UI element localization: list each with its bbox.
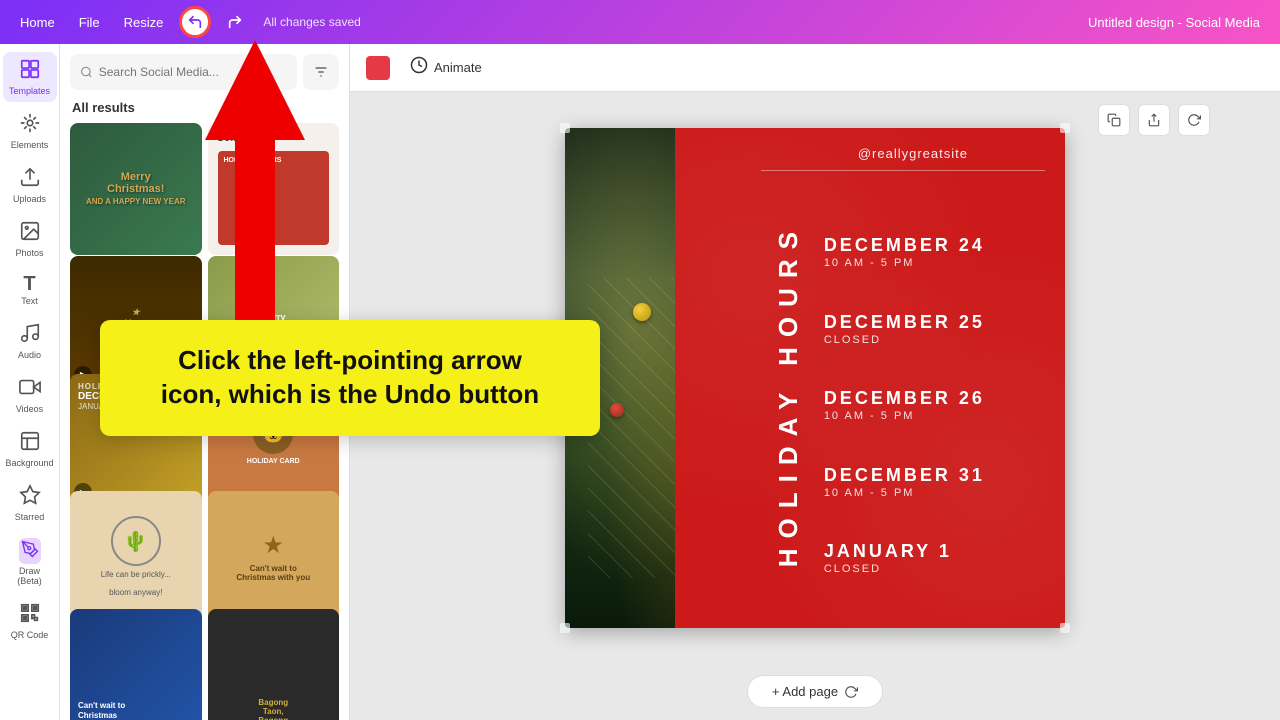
- schedule-date-4: JANUARY 1: [824, 541, 952, 562]
- ornament: [633, 303, 651, 321]
- schedule-date-0: DECEMBER 24: [824, 235, 985, 256]
- text-label: Text: [21, 296, 38, 306]
- draw-icon: [19, 538, 41, 564]
- qrcode-icon: [19, 602, 41, 628]
- header-bar: Home File Resize All changes saved Untit…: [0, 0, 1280, 44]
- schedule-time-4: CLOSED: [824, 563, 881, 575]
- sidebar-item-qrcode[interactable]: QR Code: [3, 596, 57, 646]
- sidebar-item-starred[interactable]: Starred: [3, 478, 57, 528]
- refresh-small-icon: [844, 685, 858, 699]
- undo-button[interactable]: [179, 6, 211, 38]
- tooltip-overlay: Click the left-pointing arrowicon, which…: [100, 320, 600, 436]
- templates-label: Templates: [9, 86, 50, 96]
- template-item[interactable]: Schedule HOLIDAY HOURS: [208, 123, 340, 255]
- template-item[interactable]: BagongTaon,Bagong 2023 Goals: [208, 609, 340, 720]
- starred-icon: [19, 484, 41, 510]
- sidebar-item-uploads[interactable]: Uploads: [3, 160, 57, 210]
- card-red-bg: @reallygreatsite HOLIDAY HOURS DECEMBER …: [675, 128, 1065, 628]
- card-username: @reallygreatsite: [761, 146, 1065, 161]
- search-icon: [80, 65, 93, 79]
- starred-label: Starred: [15, 512, 45, 522]
- template-item[interactable]: Can't wait toChristmaswith you: [70, 609, 202, 720]
- sidebar-item-text[interactable]: T Text: [3, 268, 57, 312]
- add-page-label: + Add page: [772, 684, 838, 699]
- search-input[interactable]: [99, 65, 287, 79]
- color-swatch-button[interactable]: [366, 56, 390, 80]
- ornament-2: [610, 403, 624, 417]
- templates-icon: [19, 58, 41, 84]
- photos-label: Photos: [15, 248, 43, 258]
- sidebar-item-background[interactable]: Background: [3, 424, 57, 474]
- background-icon: [19, 430, 41, 456]
- share-button[interactable]: [1138, 104, 1170, 136]
- canvas-toolbar: Animate: [350, 44, 1280, 92]
- elements-icon: [19, 112, 41, 138]
- filter-button[interactable]: [303, 54, 339, 90]
- template-item[interactable]: ★ Can't wait toChristmas with you: [208, 491, 340, 623]
- sidebar: Templates Elements Uploads Photos T Text: [0, 44, 60, 720]
- sidebar-item-videos[interactable]: Videos: [3, 370, 57, 420]
- schedule-time-0: 10 AM - 5 PM: [824, 257, 915, 269]
- sidebar-item-elements[interactable]: Elements: [3, 106, 57, 156]
- elements-label: Elements: [11, 140, 49, 150]
- sidebar-item-audio[interactable]: Audio: [3, 316, 57, 366]
- template-item[interactable]: 🌵 Life can be prickly...bloom anyway!: [70, 491, 202, 623]
- schedule-date-2: DECEMBER 26: [824, 388, 985, 409]
- home-button[interactable]: Home: [12, 11, 63, 34]
- photos-icon: [19, 220, 41, 246]
- document-title: Untitled design - Social Media: [1088, 15, 1260, 30]
- add-page-bar: + Add page: [350, 663, 1280, 720]
- refresh-button[interactable]: [1178, 104, 1210, 136]
- text-icon: T: [23, 274, 35, 294]
- animate-icon: [410, 56, 428, 79]
- sidebar-item-templates[interactable]: Templates: [3, 52, 57, 102]
- schedule-time-1: CLOSED: [824, 334, 881, 346]
- tooltip-text: Click the left-pointing arrowicon, which…: [130, 344, 570, 412]
- uploads-icon: [19, 166, 41, 192]
- add-page-button[interactable]: + Add page: [747, 675, 883, 708]
- resize-button[interactable]: Resize: [116, 11, 172, 34]
- search-input-wrapper: [70, 54, 297, 90]
- sidebar-item-photos[interactable]: Photos: [3, 214, 57, 264]
- schedule-entry-2: DECEMBER 26 10 AM - 5 PM: [824, 388, 1041, 422]
- schedule-entry-0: DECEMBER 24 10 AM - 5 PM: [824, 235, 1041, 269]
- audio-icon: [19, 322, 41, 348]
- redo-button[interactable]: [219, 6, 251, 38]
- background-label: Background: [5, 458, 53, 468]
- resize-handle-tl[interactable]: [560, 123, 570, 133]
- sidebar-item-draw[interactable]: Draw (Beta): [3, 532, 57, 592]
- schedule-date-1: DECEMBER 25: [824, 312, 985, 333]
- resize-handle-tr[interactable]: [1060, 123, 1070, 133]
- audio-label: Audio: [18, 350, 41, 360]
- uploads-label: Uploads: [13, 194, 46, 204]
- card-divider: [761, 170, 1045, 171]
- design-card-wrapper: @reallygreatsite HOLIDAY HOURS DECEMBER …: [565, 128, 1065, 628]
- schedule-time-3: 10 AM - 5 PM: [824, 487, 915, 499]
- results-label: All results: [60, 96, 349, 123]
- canvas-actions: [1098, 104, 1210, 136]
- animate-button[interactable]: Animate: [402, 52, 490, 83]
- schedule-entry-3: DECEMBER 31 10 AM - 5 PM: [824, 465, 1041, 499]
- schedule-entry-1: DECEMBER 25 CLOSED: [824, 312, 1041, 346]
- filter-icon: [313, 64, 329, 80]
- copy-button[interactable]: [1098, 104, 1130, 136]
- schedule-time-2: 10 AM - 5 PM: [824, 410, 915, 422]
- save-status: All changes saved: [263, 15, 360, 29]
- design-card[interactable]: @reallygreatsite HOLIDAY HOURS DECEMBER …: [565, 128, 1065, 628]
- schedule-entry-4: JANUARY 1 CLOSED: [824, 541, 1041, 575]
- schedule-date-3: DECEMBER 31: [824, 465, 985, 486]
- resize-handle-bl[interactable]: [560, 623, 570, 633]
- template-item[interactable]: MerryChristmas!AND A HAPPY NEW YEAR: [70, 123, 202, 255]
- canvas-wrapper: @reallygreatsite HOLIDAY HOURS DECEMBER …: [545, 92, 1085, 663]
- videos-label: Videos: [16, 404, 43, 414]
- animate-label: Animate: [434, 60, 482, 75]
- videos-icon: [19, 376, 41, 402]
- resize-handle-br[interactable]: [1060, 623, 1070, 633]
- card-schedule: DECEMBER 24 10 AM - 5 PM DECEMBER 25 CLO…: [800, 183, 1065, 628]
- draw-label: Draw (Beta): [7, 566, 53, 586]
- qrcode-label: QR Code: [11, 630, 49, 640]
- file-button[interactable]: File: [71, 11, 108, 34]
- search-bar: [60, 44, 349, 96]
